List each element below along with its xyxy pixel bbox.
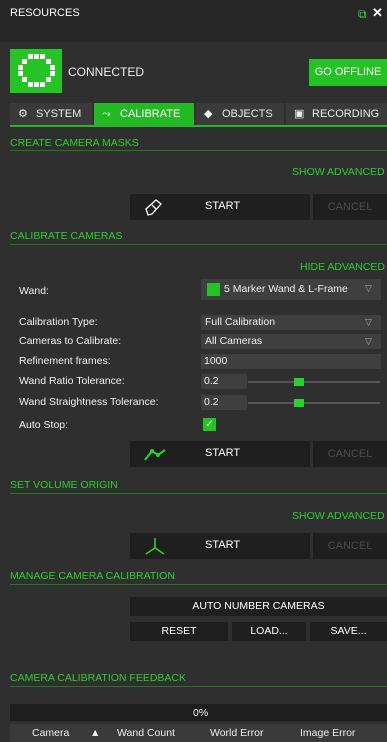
cancel-origin-button[interactable]: CANCEL — [313, 533, 387, 559]
wand-straightness-slider[interactable] — [248, 399, 380, 407]
feedback-table-header: Camera ▲ Wand Count World Error Image Er… — [10, 724, 387, 742]
chevron-down-icon: ▽ — [365, 336, 372, 346]
show-advanced-link[interactable]: SHOW ADVANCED — [292, 510, 385, 522]
divider — [10, 150, 387, 151]
column-header-wand-count[interactable]: Wand Count — [117, 727, 175, 739]
sort-ascending-icon[interactable]: ▲ — [90, 727, 100, 739]
start-masks-label: START — [205, 200, 241, 212]
start-origin-label: START — [205, 539, 241, 551]
connection-row: CONNECTED GO OFFLINE — [10, 49, 387, 97]
cancel-calibration-button[interactable]: CANCEL — [313, 441, 387, 467]
section-title-masks[interactable]: CREATE CAMERA MASKS — [10, 137, 139, 151]
wand-straightness-input[interactable]: 0.2 — [201, 395, 247, 410]
calibration-type-label: Calibration Type: — [19, 316, 98, 328]
load-button[interactable]: LOAD... — [232, 622, 306, 641]
tab-recording[interactable]: ▣ RECORDING — [286, 103, 387, 125]
tab-calibrate-label: CALIBRATE — [120, 108, 181, 120]
wand-icon: ⤳ — [102, 108, 111, 120]
divider — [10, 493, 387, 494]
tab-calibrate[interactable]: ⤳ CALIBRATE — [94, 103, 194, 125]
reset-button[interactable]: RESET — [130, 622, 228, 641]
column-header-world-error[interactable]: World Error — [210, 727, 263, 739]
wand-value: 5 Marker Wand & L-Frame — [224, 283, 348, 295]
go-offline-button[interactable]: GO OFFLINE — [309, 59, 387, 86]
wand-ratio-input[interactable]: 0.2 — [201, 374, 247, 389]
calibration-type-select[interactable]: Full Calibration ▽ — [201, 315, 381, 330]
cameras-to-calibrate-select[interactable]: All Cameras ▽ — [201, 334, 381, 349]
chevron-down-icon: ▽ — [365, 283, 372, 293]
auto-stop-label: Auto Stop: — [19, 419, 69, 431]
section-title-manage[interactable]: MANAGE CAMERA CALIBRATION — [10, 570, 175, 584]
tab-objects-label: OBJECTS — [222, 108, 273, 120]
show-advanced-link[interactable]: SHOW ADVANCED — [292, 166, 385, 178]
wand-icon — [144, 449, 166, 461]
cameras-to-calibrate-value: All Cameras — [205, 335, 263, 347]
refinement-frames-value: 1000 — [204, 355, 228, 367]
wand-ratio-value: 0.2 — [204, 375, 219, 387]
calibration-progress-bar: 0% — [10, 704, 387, 721]
wand-ratio-label: Wand Ratio Tolerance: — [19, 375, 125, 387]
section-title-feedback[interactable]: CAMERA CALIBRATION FEEDBACK — [10, 672, 186, 686]
auto-number-cameras-button[interactable]: AUTO NUMBER CAMERAS — [130, 597, 387, 616]
tab-system-label: SYSTEM — [36, 108, 82, 120]
slider-thumb[interactable] — [294, 399, 304, 407]
pin-icon[interactable]: ⧉ — [358, 7, 367, 22]
wand-label: Wand: — [19, 285, 49, 297]
divider — [10, 244, 387, 245]
cameras-to-calibrate-label: Cameras to Calibrate: — [19, 335, 122, 347]
calibration-type-value: Full Calibration — [205, 316, 276, 328]
device-logo-icon — [10, 49, 62, 93]
refinement-frames-input[interactable]: 1000 — [201, 354, 381, 369]
start-origin-button[interactable]: START — [130, 533, 310, 559]
section-title-origin[interactable]: SET VOLUME ORIGIN — [10, 479, 118, 493]
cancel-masks-button[interactable]: CANCEL — [313, 194, 387, 220]
wand-ratio-slider[interactable] — [248, 378, 380, 386]
slider-thumb[interactable] — [294, 378, 304, 386]
start-masks-button[interactable]: START — [130, 194, 310, 220]
axes-icon — [145, 538, 165, 555]
refinement-frames-label: Refinement frames: — [19, 355, 111, 367]
panel-title: RESOURCES — [10, 7, 80, 19]
divider — [10, 686, 387, 687]
wand-straightness-label: Wand Straightness Tolerance: — [19, 396, 159, 408]
tab-objects[interactable]: ◆ OBJECTS — [196, 103, 284, 125]
tab-recording-label: RECORDING — [312, 108, 380, 120]
diamond-icon: ◆ — [204, 108, 213, 120]
hide-advanced-link[interactable]: HIDE ADVANCED — [300, 261, 385, 273]
column-header-image-error[interactable]: Image Error — [300, 727, 355, 739]
wand-straightness-value: 0.2 — [204, 396, 219, 408]
divider — [10, 584, 387, 585]
camera-icon: ▣ — [294, 108, 305, 120]
column-header-camera[interactable]: Camera — [32, 727, 69, 739]
save-button[interactable]: SAVE... — [310, 622, 387, 641]
start-calibration-button[interactable]: START — [130, 441, 310, 467]
wand-type-icon — [207, 283, 220, 296]
tab-system[interactable]: ⚙ SYSTEM — [10, 103, 92, 125]
panel-titlebar: RESOURCES ⧉ ✕ — [0, 0, 387, 42]
close-icon[interactable]: ✕ — [372, 5, 383, 21]
start-calibration-label: START — [205, 447, 241, 459]
auto-stop-checkbox[interactable]: ✓ — [203, 418, 216, 431]
section-title-calibrate[interactable]: CALIBRATE CAMERAS — [10, 230, 122, 244]
tab-bar: ⚙ SYSTEM ⤳ CALIBRATE ◆ OBJECTS ▣ RECORDI… — [10, 103, 387, 125]
connection-status: CONNECTED — [68, 65, 145, 79]
tab-underline — [10, 125, 387, 127]
chip-icon: ⚙ — [18, 108, 28, 120]
chevron-down-icon: ▽ — [365, 317, 372, 327]
wand-select[interactable]: 5 Marker Wand & L-Frame ▽ — [201, 279, 381, 300]
brush-icon — [145, 199, 162, 216]
progress-value: 0% — [193, 707, 209, 719]
